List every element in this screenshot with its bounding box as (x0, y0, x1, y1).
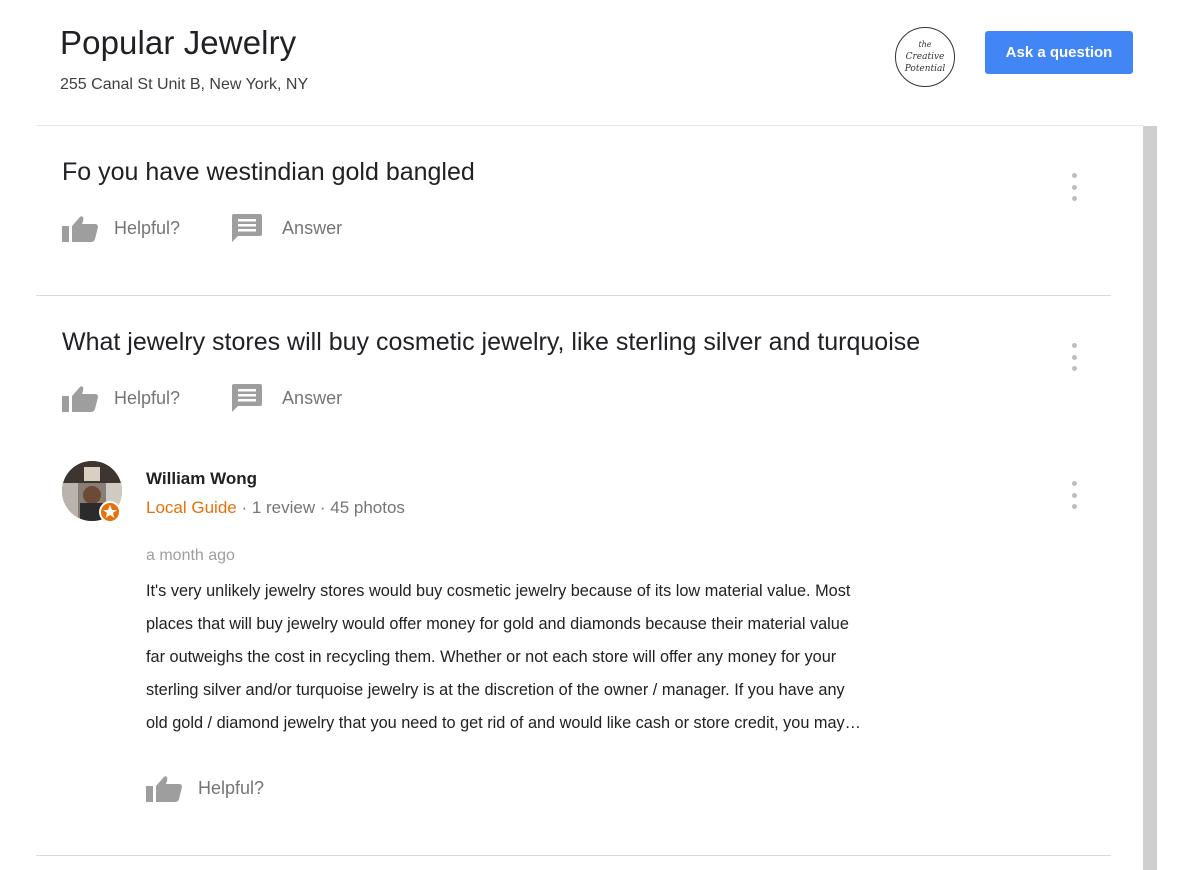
local-guide-badge: Local Guide (146, 498, 237, 517)
place-title: Popular Jewelry (60, 24, 297, 61)
helpful-button[interactable]: Helpful? (62, 384, 180, 412)
place-address: 255 Canal St Unit B, New York, NY (60, 76, 309, 93)
helpful-label: Helpful? (114, 387, 181, 408)
answer-label: Answer (282, 387, 343, 408)
thumbs-up-icon (146, 776, 182, 802)
answer-line: sterling silver and/or turquoise jewelry… (146, 681, 845, 699)
divider (36, 295, 1111, 296)
author-meta: Local Guide · 1 review · 45 photos (146, 498, 405, 518)
answer-line: far outweighs the cost in recycling them… (146, 648, 837, 666)
thumbs-up-icon (62, 216, 98, 242)
more-vert-icon[interactable] (1069, 481, 1079, 509)
svg-text:the: the (918, 40, 931, 49)
header-divider (36, 125, 1143, 126)
thumbs-up-icon (62, 386, 98, 412)
question-text: Fo you have westindian gold bangled (62, 158, 475, 186)
svg-text:Creative: Creative (906, 52, 945, 62)
more-vert-icon[interactable] (1069, 173, 1079, 201)
helpful-label: Helpful? (114, 217, 181, 238)
profile-avatar[interactable]: the Creative Potential (895, 27, 955, 87)
answer-text: It's very unlikely jewelry stores would … (146, 575, 1046, 740)
helpful-button[interactable]: Helpful? (62, 214, 180, 242)
divider (36, 855, 1111, 856)
answer-actions: Helpful? (146, 774, 264, 802)
answer-timestamp: a month ago (146, 547, 235, 564)
answer-button[interactable]: Answer (232, 214, 342, 242)
answer-line: places that will buy jewelry would offer… (146, 615, 849, 633)
comment-icon (232, 384, 263, 412)
author-stats: · 1 review · 45 photos (236, 498, 405, 517)
answer-label: Answer (282, 217, 343, 238)
more-vert-icon[interactable] (1069, 343, 1079, 371)
answer-line: old gold / diamond jewelry that you need… (146, 714, 861, 732)
user-photo (62, 461, 122, 523)
answer-author[interactable]: William Wong (146, 469, 257, 489)
helpful-label: Helpful? (198, 777, 265, 798)
answer-line: It's very unlikely jewelry stores would … (146, 582, 851, 600)
avatar[interactable] (62, 461, 124, 523)
creative-potential-logo: the Creative Potential (904, 40, 946, 74)
helpful-button[interactable]: Helpful? (146, 774, 264, 802)
scrollbar[interactable] (1143, 126, 1157, 870)
question-actions: Helpful? Answer (62, 384, 342, 412)
question-text: What jewelry stores will buy cosmetic je… (62, 328, 921, 356)
comment-icon (232, 214, 263, 242)
question-actions: Helpful? Answer (62, 214, 342, 242)
ask-question-button[interactable]: Ask a question (985, 31, 1133, 74)
answer-button[interactable]: Answer (232, 384, 342, 412)
place-header: Popular Jewelry 255 Canal St Unit B, New… (0, 0, 1200, 126)
svg-text:Potential: Potential (904, 64, 946, 74)
